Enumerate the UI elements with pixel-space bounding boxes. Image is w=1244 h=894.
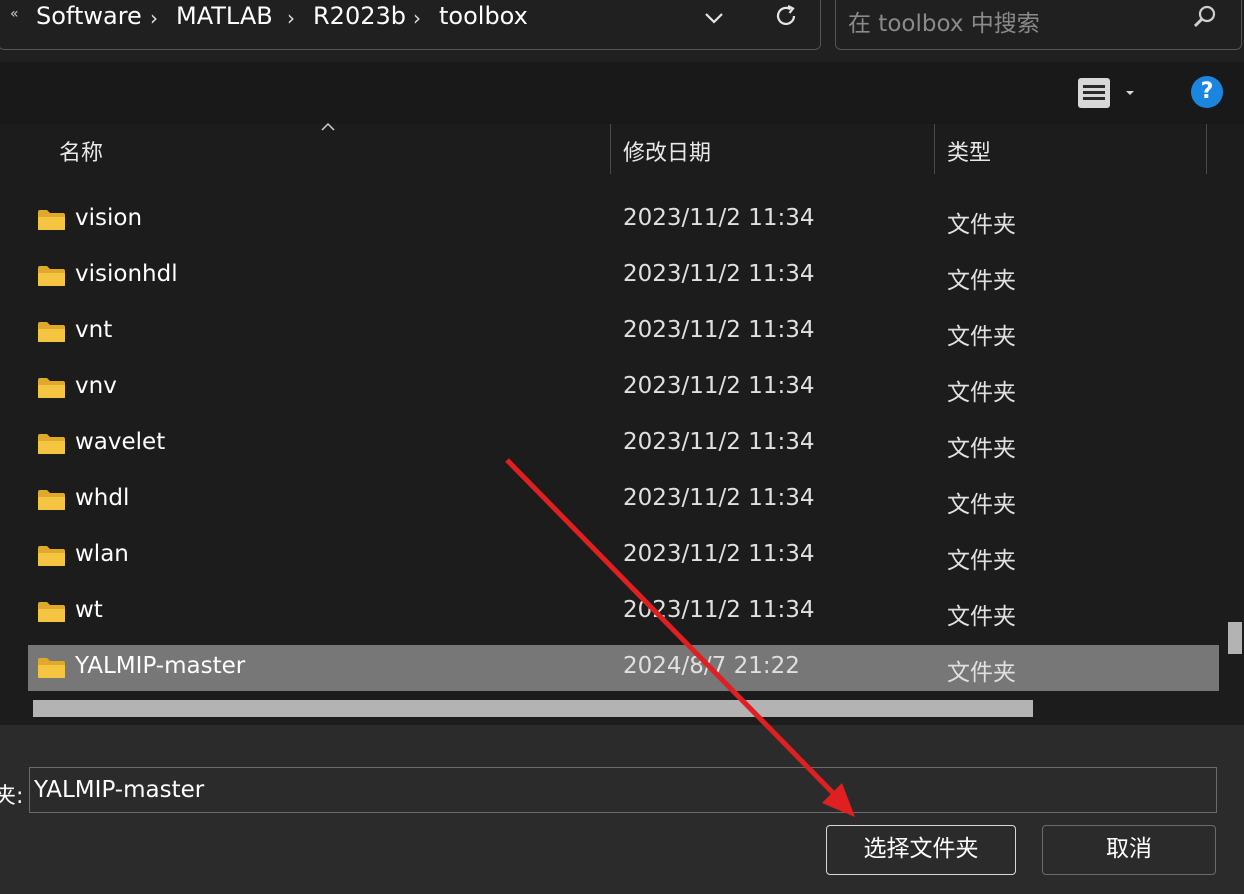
annotation-arrow [505,458,855,817]
